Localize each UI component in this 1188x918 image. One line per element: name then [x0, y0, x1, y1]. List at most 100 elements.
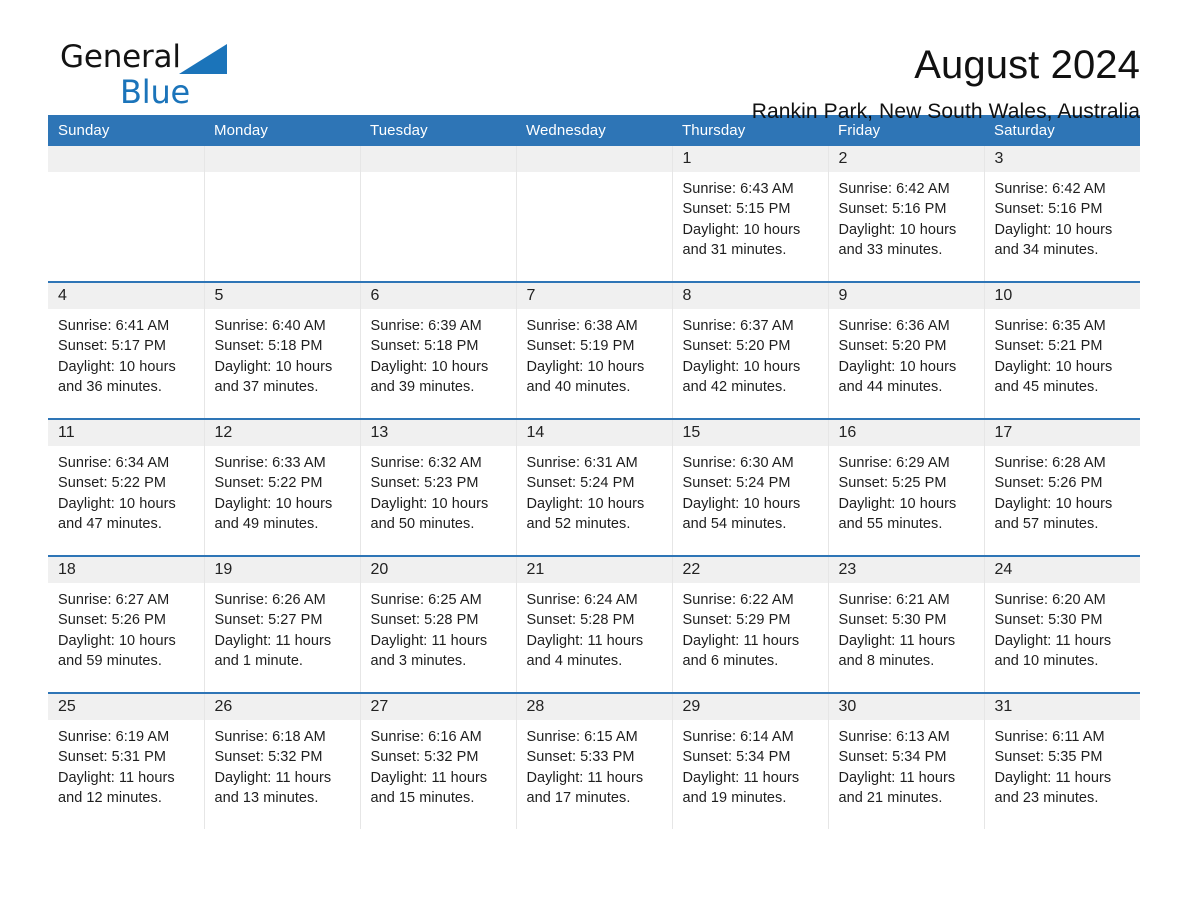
calendar-day-cell[interactable]: 6 Sunrise: 6:39 AM Sunset: 5:18 PM Daylight… — [360, 281, 517, 419]
day-number: 14 — [526, 424, 545, 441]
daylight-duration-line1: Daylight: 11 hours — [682, 632, 800, 649]
brand-name-general: General — [60, 39, 181, 75]
calendar-day-cell[interactable]: 17 Sunrise: 6:28 AM Sunset: 5:26 PM Dayligh… — [984, 418, 1141, 556]
calendar-day-cell[interactable]: 21 Sunrise: 6:24 AM Sunset: 5:28 PM Dayligh… — [516, 555, 673, 693]
calendar-day-cell[interactable]: 20 Sunrise: 6:25 AM Sunset: 5:28 PM Dayligh… — [360, 555, 517, 693]
day-number: 1 — [682, 150, 692, 167]
brand-logo[interactable]: General Blue — [48, 42, 263, 122]
calendar-day-cell[interactable]: 11 Sunrise: 6:34 AM Sunset: 5:22 PM Dayligh… — [48, 418, 205, 556]
daylight-duration-line2: and 34 minutes. — [994, 241, 1099, 258]
calendar-page: General Blue August 2024 Rankin Park, Ne… — [0, 0, 1188, 918]
sunrise-time: Sunrise: 6:15 AM — [526, 729, 638, 745]
day-number: 27 — [370, 698, 389, 715]
calendar-day-cell[interactable]: 2 Sunrise: 6:42 AM Sunset: 5:16 PM Daylight… — [828, 146, 985, 282]
day-number-band: 10 — [984, 283, 1140, 309]
daylight-duration-line2: and 13 minutes. — [214, 789, 319, 806]
sunset-time: Sunset: 5:21 PM — [994, 338, 1103, 355]
daylight-duration-line2: and 40 minutes. — [526, 378, 631, 395]
day-details: Sunrise: 6:14 AM Sunset: 5:34 PM Daylight:… — [673, 720, 828, 808]
triangle-logo-icon — [178, 44, 227, 74]
sunset-time: Sunset: 5:29 PM — [682, 612, 791, 629]
daylight-duration-line1: Daylight: 11 hours — [58, 769, 175, 786]
sunrise-time: Sunrise: 6:32 AM — [370, 455, 482, 471]
sunrise-time: Sunrise: 6:43 AM — [682, 181, 794, 197]
calendar-day-cell[interactable]: 29 Sunrise: 6:14 AM Sunset: 5:34 PM Dayligh… — [672, 692, 829, 829]
daylight-duration-line2: and 3 minutes. — [370, 652, 467, 669]
calendar-day-cell[interactable]: 14 Sunrise: 6:31 AM Sunset: 5:24 PM Dayligh… — [516, 418, 673, 556]
day-details: Sunrise: 6:30 AM Sunset: 5:24 PM Daylight:… — [673, 446, 828, 534]
daylight-duration-line1: Daylight: 10 hours — [214, 358, 333, 375]
daylight-duration-line2: and 12 minutes. — [58, 789, 162, 806]
sunset-time: Sunset: 5:25 PM — [838, 475, 947, 492]
day-details: Sunrise: 6:24 AM Sunset: 5:28 PM Daylight:… — [517, 583, 672, 671]
daylight-duration-line2: and 52 minutes. — [526, 515, 631, 532]
calendar-day-cell[interactable]: 1 Sunrise: 6:43 AM Sunset: 5:15 PM Daylight… — [672, 146, 829, 282]
sunrise-time: Sunrise: 6:42 AM — [994, 181, 1106, 197]
daylight-duration-line2: and 54 minutes. — [682, 515, 787, 532]
day-number: 19 — [214, 561, 233, 578]
calendar-day-cell[interactable]: 30 Sunrise: 6:13 AM Sunset: 5:34 PM Dayligh… — [828, 692, 985, 829]
day-number: 25 — [58, 698, 76, 715]
calendar-day-cell[interactable]: 15 Sunrise: 6:30 AM Sunset: 5:24 PM Dayligh… — [672, 418, 829, 556]
day-details: Sunrise: 6:15 AM Sunset: 5:33 PM Daylight:… — [517, 720, 672, 808]
calendar-day-cell[interactable]: 26 Sunrise: 6:18 AM Sunset: 5:32 PM Dayligh… — [204, 692, 361, 829]
day-number-band — [48, 146, 204, 172]
day-number-band: 12 — [204, 420, 360, 446]
sunrise-time: Sunrise: 6:13 AM — [838, 729, 950, 745]
daylight-duration-line1: Daylight: 10 hours — [682, 221, 801, 238]
calendar-day-cell[interactable]: 24 Sunrise: 6:20 AM Sunset: 5:30 PM Dayligh… — [984, 555, 1140, 693]
day-details: Sunrise: 6:29 AM Sunset: 5:25 PM Daylight:… — [829, 446, 984, 534]
daylight-duration-line2: and 55 minutes. — [838, 515, 943, 532]
sunset-time: Sunset: 5:18 PM — [214, 338, 323, 355]
sunset-time: Sunset: 5:30 PM — [994, 612, 1103, 629]
calendar-day-cell[interactable]: 3 Sunrise: 6:42 AM Sunset: 5:16 PM Daylight… — [984, 146, 1140, 282]
daylight-duration-line2: and 10 minutes. — [994, 652, 1099, 669]
day-details: Sunrise: 6:37 AM Sunset: 5:20 PM Daylight:… — [673, 309, 828, 397]
day-number: 6 — [370, 287, 380, 304]
day-details: Sunrise: 6:43 AM Sunset: 5:15 PM Daylight:… — [673, 172, 828, 260]
daylight-duration-line1: Daylight: 11 hours — [994, 632, 1112, 649]
daylight-duration-line1: Daylight: 10 hours — [994, 358, 1113, 375]
calendar-day-cell[interactable]: 25 Sunrise: 6:19 AM Sunset: 5:31 PM Dayligh… — [48, 692, 205, 829]
day-details: Sunrise: 6:28 AM Sunset: 5:26 PM Daylight:… — [985, 446, 1141, 534]
calendar-day-cell[interactable]: 9 Sunrise: 6:36 AM Sunset: 5:20 PM Daylight… — [828, 281, 985, 419]
calendar-day-cell[interactable]: 18 Sunrise: 6:27 AM Sunset: 5:26 PM Dayligh… — [48, 555, 205, 693]
day-number: 8 — [682, 287, 692, 304]
daylight-duration-line2: and 19 minutes. — [682, 789, 787, 806]
page-title: August 2024 — [914, 43, 1140, 87]
calendar-day-cell[interactable]: 19 Sunrise: 6:26 AM Sunset: 5:27 PM Dayligh… — [204, 555, 361, 693]
sunrise-time: Sunrise: 6:41 AM — [58, 318, 170, 334]
daylight-duration-line2: and 49 minutes. — [214, 515, 319, 532]
sunset-time: Sunset: 5:34 PM — [838, 749, 947, 766]
sunrise-time: Sunrise: 6:39 AM — [370, 318, 482, 334]
brand-name-blue: Blue — [120, 73, 191, 111]
calendar-day-cell[interactable]: 31 Sunrise: 6:11 AM Sunset: 5:35 PM Dayligh… — [984, 692, 1140, 829]
day-number: 12 — [214, 424, 233, 441]
calendar-day-cell[interactable]: 23 Sunrise: 6:21 AM Sunset: 5:30 PM Dayligh… — [828, 555, 985, 693]
calendar-day-cell[interactable]: 22 Sunrise: 6:22 AM Sunset: 5:29 PM Dayligh… — [672, 555, 829, 693]
day-number-band: 28 — [516, 694, 672, 720]
sunrise-time: Sunrise: 6:36 AM — [838, 318, 950, 334]
day-number-band: 24 — [984, 557, 1140, 583]
day-number-band: 4 — [48, 283, 204, 309]
day-number: 31 — [994, 698, 1013, 715]
sunset-time: Sunset: 5:33 PM — [526, 749, 635, 766]
calendar-day-cell[interactable]: 28 Sunrise: 6:15 AM Sunset: 5:33 PM Dayligh… — [516, 692, 673, 829]
calendar-day-cell[interactable]: 16 Sunrise: 6:29 AM Sunset: 5:25 PM Dayligh… — [828, 418, 985, 556]
day-number-band: 18 — [48, 557, 204, 583]
calendar-day-cell[interactable]: 7 Sunrise: 6:38 AM Sunset: 5:19 PM Daylight… — [516, 281, 673, 419]
calendar-day-cell[interactable]: 8 Sunrise: 6:37 AM Sunset: 5:20 PM Daylight… — [672, 281, 829, 419]
sunset-time: Sunset: 5:30 PM — [838, 612, 947, 629]
day-number-band — [360, 146, 516, 172]
daylight-duration-line1: Daylight: 10 hours — [994, 221, 1113, 238]
sunset-time: Sunset: 5:19 PM — [526, 338, 635, 355]
calendar-day-cell[interactable]: 4 Sunrise: 6:41 AM Sunset: 5:17 PM Daylight… — [48, 281, 205, 419]
calendar-day-cell[interactable]: 27 Sunrise: 6:16 AM Sunset: 5:32 PM Dayligh… — [360, 692, 517, 829]
day-number-band: 21 — [516, 557, 672, 583]
calendar-day-cell[interactable]: 5 Sunrise: 6:40 AM Sunset: 5:18 PM Daylight… — [204, 281, 361, 419]
calendar-day-cell[interactable]: 12 Sunrise: 6:33 AM Sunset: 5:22 PM Dayligh… — [204, 418, 361, 556]
calendar-day-cell[interactable]: 10 Sunrise: 6:35 AM Sunset: 5:21 PM Dayligh… — [984, 281, 1140, 419]
day-details: Sunrise: 6:21 AM Sunset: 5:30 PM Daylight:… — [829, 583, 984, 671]
calendar-day-cell[interactable]: 13 Sunrise: 6:32 AM Sunset: 5:23 PM Dayligh… — [360, 418, 517, 556]
day-number-band: 6 — [360, 283, 516, 309]
